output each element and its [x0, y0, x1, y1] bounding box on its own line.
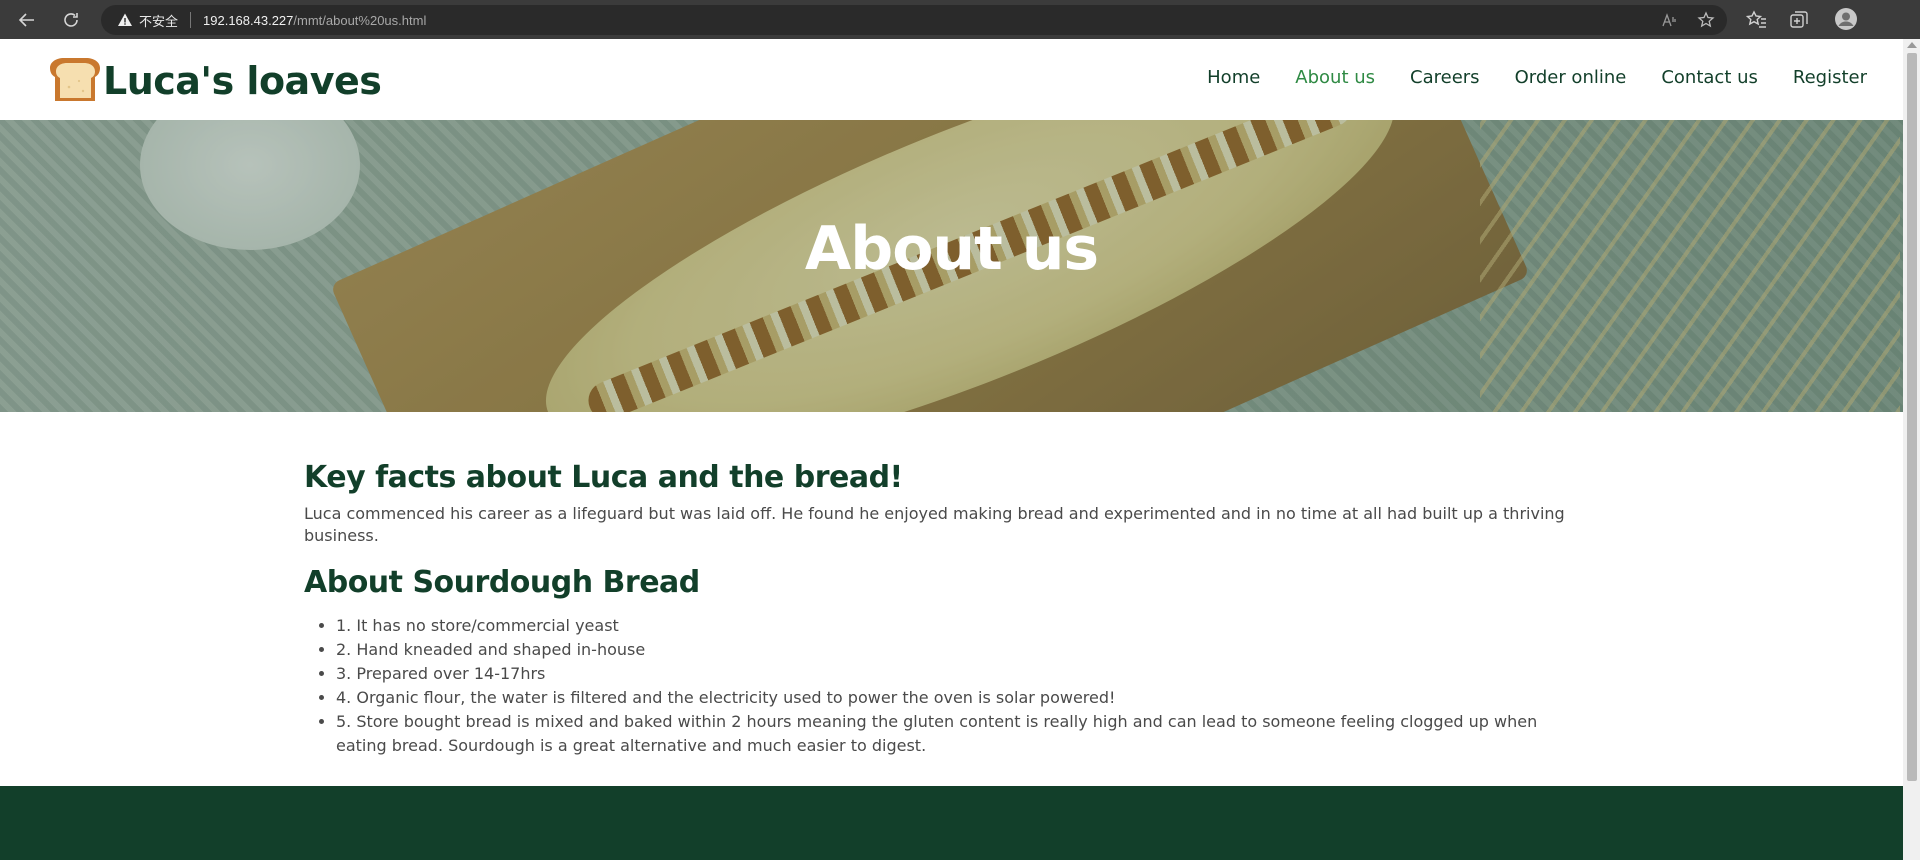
back-icon	[18, 12, 34, 27]
site-header: Luca's loaves Home About us Careers Orde…	[0, 39, 1903, 120]
main-nav: Home About us Careers Order online Conta…	[1172, 67, 1867, 88]
list-item: 5. Store bought bread is mixed and baked…	[336, 710, 1576, 758]
main-content: Key facts about Luca and the bread! Luca…	[304, 460, 1604, 758]
nav-careers[interactable]: Careers	[1410, 67, 1480, 88]
page-scrollbar[interactable]	[1903, 39, 1920, 860]
refresh-icon	[64, 12, 78, 27]
bread-loaf-icon	[50, 58, 100, 101]
sourdough-facts-list: 1. It has no store/commercial yeast 2. H…	[336, 614, 1604, 758]
security-status[interactable]: 不安全	[139, 11, 178, 30]
profile-icon[interactable]	[1834, 7, 1858, 31]
page-title: About us	[804, 214, 1099, 284]
url-path: /mmt/about%20us.html	[293, 12, 427, 28]
url-host: 192.168.43.227	[203, 12, 294, 28]
section-heading-sourdough: About Sourdough Bread	[304, 565, 700, 600]
back-button[interactable]	[12, 5, 42, 35]
about-paragraph: Luca commenced his career as a lifeguard…	[304, 504, 1565, 545]
scroll-up-arrow[interactable]	[1907, 42, 1917, 48]
warning-icon	[118, 13, 132, 26]
list-item: 1. It has no store/commercial yeast	[336, 614, 1576, 638]
section-heading-key-facts: Key facts about Luca and the bread!	[304, 460, 903, 495]
favorite-add-icon[interactable]	[1697, 11, 1715, 29]
favorites-icon[interactable]	[1745, 9, 1768, 31]
scroll-thumb[interactable]	[1907, 53, 1917, 781]
nav-about-us[interactable]: About us	[1295, 67, 1375, 88]
list-item: 2. Hand kneaded and shaped in-house	[336, 638, 1576, 662]
browser-toolbar: 不安全 192.168.43.227/mmt/about%20us.html	[0, 0, 1920, 39]
read-aloud-icon[interactable]	[1661, 11, 1679, 29]
site-logo[interactable]: Luca's loaves	[49, 57, 382, 105]
logo-text: Luca's loaves	[103, 59, 382, 103]
refresh-button[interactable]	[56, 5, 86, 35]
nav-order-online[interactable]: Order online	[1515, 67, 1627, 88]
address-separator	[190, 12, 192, 28]
site-footer	[0, 786, 1903, 860]
nav-contact-us[interactable]: Contact us	[1661, 67, 1758, 88]
nav-home[interactable]: Home	[1207, 67, 1260, 88]
list-item: 4. Organic flour, the water is filtered …	[336, 686, 1576, 710]
nav-register[interactable]: Register	[1793, 67, 1867, 88]
list-item: 3. Prepared over 14-17hrs	[336, 662, 1576, 686]
address-bar[interactable]: 不安全 192.168.43.227/mmt/about%20us.html	[101, 5, 1727, 35]
hero-banner: About us	[0, 120, 1903, 412]
address-actions	[1661, 11, 1715, 29]
collections-icon[interactable]	[1788, 9, 1810, 31]
